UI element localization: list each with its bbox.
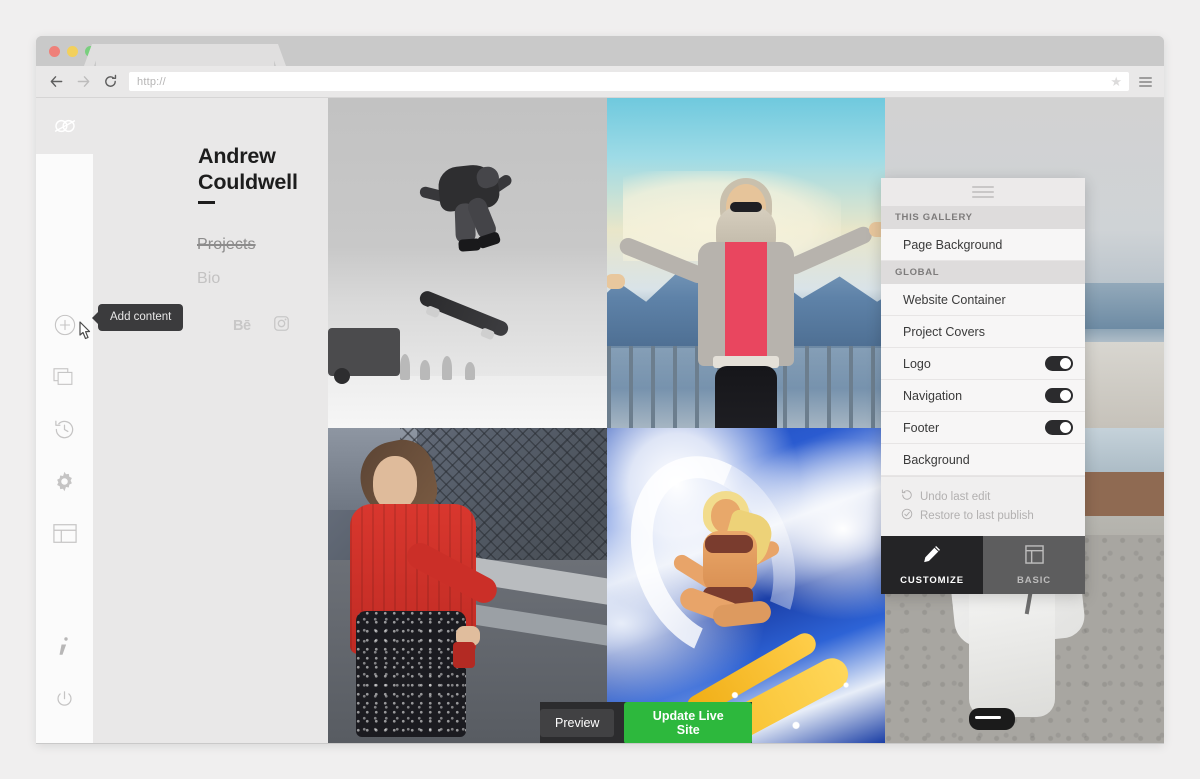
gallery-item-surfer-painting[interactable] (606, 428, 886, 743)
panel-row-label: Page Background (903, 237, 1003, 252)
logo-toggle[interactable] (1045, 356, 1073, 371)
undo-last-edit-action[interactable]: Undo last edit (901, 487, 1085, 506)
site-title-line2: Couldwell (198, 170, 298, 194)
panel-section-this-gallery: THIS GALLERY (881, 206, 1085, 229)
nav-item-projects[interactable]: Projects (197, 236, 256, 254)
gallery-item-skater[interactable] (328, 98, 607, 428)
panel-drag-handle[interactable] (881, 178, 1085, 206)
footer-toggle[interactable] (1045, 420, 1073, 435)
panel-row-label: Logo (903, 356, 931, 371)
minimize-button[interactable] (67, 46, 78, 57)
panel-row-navigation[interactable]: Navigation (881, 380, 1085, 412)
restore-last-publish-label: Restore to last publish (920, 509, 1034, 522)
panel-row-website-container[interactable]: Website Container (881, 284, 1085, 316)
update-live-site-button[interactable]: Update Live Site (624, 701, 752, 743)
page-title: Andrew Couldwell (198, 143, 298, 195)
panel-actions: Undo last edit Restore to last publish (881, 476, 1085, 536)
forward-arrow-icon[interactable] (75, 73, 92, 90)
panel-row-background[interactable]: Background (881, 444, 1085, 476)
site-header-column: Andrew Couldwell Projects Bio Bē (93, 98, 328, 743)
preview-button[interactable]: Preview (540, 708, 615, 737)
instagram-icon[interactable] (273, 316, 289, 336)
panel-row-project-covers[interactable]: Project Covers (881, 316, 1085, 348)
undo-icon (901, 489, 913, 504)
restore-check-icon (901, 508, 913, 523)
panel-row-footer[interactable]: Footer (881, 412, 1085, 444)
gear-icon[interactable] (45, 455, 85, 507)
tab-customize-label: CUSTOMIZE (900, 575, 964, 586)
gallery-item-beach-woman[interactable] (606, 98, 886, 428)
layers-icon[interactable] (45, 351, 85, 403)
browser-titlebar (36, 36, 1164, 66)
panel-row-label: Footer (903, 420, 940, 435)
panel-row-label: Navigation (903, 388, 963, 403)
url-placeholder: http:// (137, 75, 166, 88)
layout-panel-icon (1024, 544, 1044, 569)
info-icon[interactable] (45, 621, 85, 673)
gallery-item-red-sweater[interactable] (328, 428, 607, 743)
reload-icon[interactable] (102, 73, 119, 90)
app-viewport: Add content Andrew Couldwell Projects Bi… (36, 98, 1164, 743)
close-button[interactable] (49, 46, 60, 57)
social-links: Bē (233, 316, 289, 336)
add-content-plus-icon[interactable] (45, 299, 85, 351)
site-title-line1: Andrew (198, 144, 276, 168)
rail-bottom-group (45, 621, 85, 743)
panel-tabs: CUSTOMIZE BASIC (881, 536, 1085, 594)
hamburger-menu-icon[interactable] (1139, 76, 1152, 87)
title-divider (198, 201, 215, 204)
drag-handle-icon (972, 186, 994, 198)
layout-grid-icon[interactable] (45, 507, 85, 559)
behance-icon[interactable]: Bē (233, 318, 251, 334)
navigation-toggle[interactable] (1045, 388, 1073, 403)
panel-row-label: Website Container (903, 292, 1006, 307)
customize-panel: THIS GALLERY Page Background GLOBAL Webs… (881, 178, 1085, 594)
browser-toolbar: http:// ★ (36, 66, 1164, 98)
panel-row-logo[interactable]: Logo (881, 348, 1085, 380)
restore-last-publish-action[interactable]: Restore to last publish (901, 506, 1085, 525)
undo-last-edit-label: Undo last edit (920, 490, 991, 503)
star-icon[interactable]: ★ (1110, 75, 1122, 88)
tooltip-add-content: Add content (98, 304, 184, 331)
url-bar[interactable]: http:// ★ (129, 72, 1129, 91)
browser-window: http:// ★ Add content Andrew Couldwell P… (36, 36, 1164, 744)
panel-row-label: Background (903, 452, 970, 467)
panel-section-global: GLOBAL (881, 261, 1085, 284)
creative-cloud-icon[interactable] (36, 98, 93, 154)
panel-row-page-background[interactable]: Page Background (881, 229, 1085, 261)
publish-action-bar: Preview Update Live Site (540, 701, 752, 743)
tab-basic[interactable]: BASIC (983, 536, 1085, 594)
history-clock-icon[interactable] (45, 403, 85, 455)
left-toolbar (36, 98, 93, 743)
tab-customize[interactable]: CUSTOMIZE (881, 536, 983, 594)
panel-row-label: Project Covers (903, 324, 985, 339)
tab-basic-label: BASIC (1016, 574, 1052, 586)
browser-tab[interactable] (96, 44, 274, 66)
power-icon[interactable] (45, 673, 85, 725)
nav-item-bio[interactable]: Bio (197, 270, 220, 288)
pencil-icon (922, 544, 942, 569)
back-arrow-icon[interactable] (48, 73, 65, 90)
